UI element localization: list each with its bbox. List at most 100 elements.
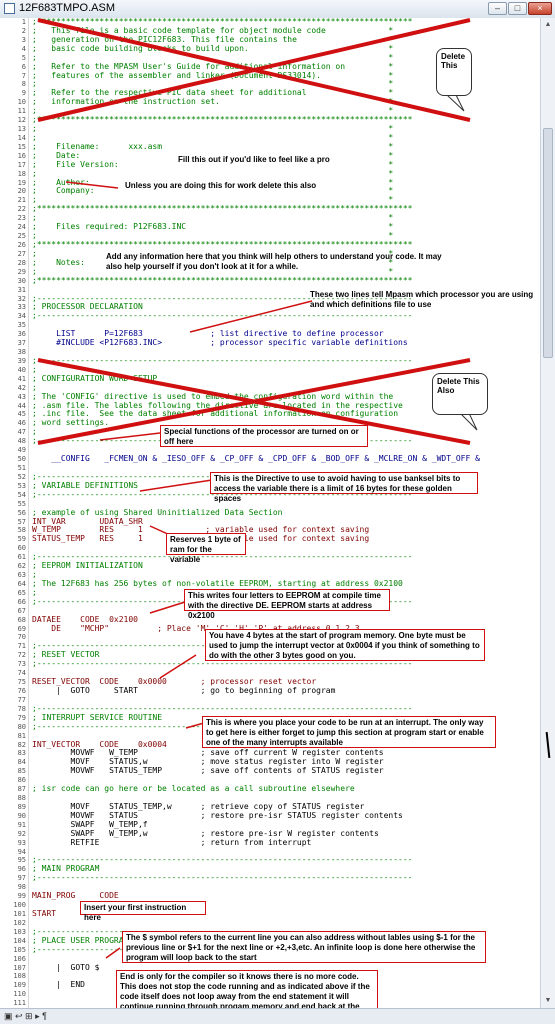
code-line[interactable]: 2 ; This file is a basic code template fo… bbox=[0, 27, 541, 36]
code-line[interactable]: 62 ; EEPROM INITIALIZATION bbox=[0, 562, 541, 571]
code-text: ; bbox=[32, 365, 37, 374]
code-line[interactable]: 96 ; MAIN PROGRAM bbox=[0, 865, 541, 874]
code-line[interactable]: 34 ;-------------------------------------… bbox=[0, 312, 541, 321]
code-text: | GOTO $ bbox=[32, 963, 100, 972]
scroll-up-icon[interactable]: ▲ bbox=[542, 19, 554, 31]
code-line[interactable]: 39 ;-------------------------------------… bbox=[0, 357, 541, 366]
code-text: ; PROCESSOR DECLARATION bbox=[32, 303, 143, 312]
scroll-down-icon[interactable]: ▼ bbox=[542, 995, 554, 1007]
code-line[interactable]: 88 bbox=[0, 794, 541, 803]
code-line[interactable]: 15 ; Filename: xxx.asm * bbox=[0, 143, 541, 152]
code-line[interactable]: 74 bbox=[0, 669, 541, 678]
minimize-button[interactable]: – bbox=[488, 2, 507, 15]
code-line[interactable]: 37 #INCLUDE <P12F683.INC> ; processor sp… bbox=[0, 339, 541, 348]
line-number: 45 bbox=[17, 410, 26, 419]
line-number: 54 bbox=[17, 490, 26, 499]
code-line[interactable]: 78 ;-------------------------------------… bbox=[0, 705, 541, 714]
code-line[interactable]: 22 ;*************************************… bbox=[0, 205, 541, 214]
code-line[interactable]: 90 MOVWF STATUS ; restore pre-isr STATUS… bbox=[0, 812, 541, 821]
code-line[interactable]: 38 bbox=[0, 348, 541, 357]
code-line[interactable]: 56 ; example of using Shared Uninitialize… bbox=[0, 509, 541, 518]
code-line[interactable]: 26 ;*************************************… bbox=[0, 241, 541, 250]
code-text: SWAPF W_TEMP,f bbox=[32, 820, 148, 829]
code-line[interactable]: 25 ; * bbox=[0, 232, 541, 241]
code-line[interactable]: 76 | GOTO START ; go to beginning of pro… bbox=[0, 687, 541, 696]
code-text: ; * bbox=[32, 125, 394, 134]
code-line[interactable]: 21 ; * bbox=[0, 196, 541, 205]
line-number: 75 bbox=[17, 678, 26, 687]
code-line[interactable]: 85 MOVWF STATUS_TEMP ; save off contents… bbox=[0, 767, 541, 776]
line-number: 33 bbox=[17, 303, 26, 312]
code-line[interactable]: 95 ;-------------------------------------… bbox=[0, 856, 541, 865]
code-text: ; .asm file. The lables following the di… bbox=[32, 401, 403, 410]
code-line[interactable]: 98 bbox=[0, 883, 541, 892]
code-text: ; .inc file. See the data sheet for addi… bbox=[32, 410, 399, 419]
code-editor[interactable]: 1 ;**************************************… bbox=[0, 18, 542, 1008]
code-line[interactable]: 3 ; generation on the PIC12F683. This fil… bbox=[0, 36, 541, 45]
code-line[interactable]: 18 ; * bbox=[0, 170, 541, 179]
code-text: ; RESET VECTOR bbox=[32, 651, 100, 660]
code-line[interactable]: 92 SWAPF W_TEMP,w ; restore pre-isr W re… bbox=[0, 830, 541, 839]
code-line[interactable]: 59STATUS_TEMP RES 1 ; variable used for … bbox=[0, 535, 541, 544]
code-text: ; * bbox=[32, 80, 394, 89]
line-number: 32 bbox=[17, 294, 26, 303]
code-line[interactable]: 84 MOVF STATUS,w ; move status register … bbox=[0, 758, 541, 767]
code-line[interactable]: 64 ; The 12F683 has 256 bytes of non-vola… bbox=[0, 580, 541, 589]
code-line[interactable]: 61 ;-------------------------------------… bbox=[0, 553, 541, 562]
code-line[interactable]: 68 DATAEE CODE 0x2100 bbox=[0, 616, 541, 625]
code-line[interactable]: 83 MOVWF W_TEMP ; save off current W reg… bbox=[0, 749, 541, 758]
code-text: ; word settings. bbox=[32, 419, 110, 428]
code-text: RESET_VECTOR CODE 0x0000 ; processor res… bbox=[32, 678, 317, 687]
code-line[interactable]: 91 SWAPF W_TEMP,f bbox=[0, 821, 541, 830]
code-line[interactable]: 36 LIST P=12F683 ; list directive to def… bbox=[0, 330, 541, 339]
code-line[interactable]: 57 INT_VAR UDATA_SHR bbox=[0, 518, 541, 527]
code-line[interactable]: 23 ; * bbox=[0, 214, 541, 223]
code-line[interactable]: 94 bbox=[0, 848, 541, 857]
code-line[interactable]: 14 ; * bbox=[0, 134, 541, 143]
line-number: 12 bbox=[17, 116, 26, 125]
code-line[interactable]: 35 bbox=[0, 321, 541, 330]
code-text: DATAEE CODE 0x2100 bbox=[32, 615, 138, 624]
code-line[interactable]: 55 bbox=[0, 500, 541, 509]
line-number: 34 bbox=[17, 312, 26, 321]
scrollbar-thumb[interactable] bbox=[543, 128, 553, 358]
line-number: 41 bbox=[17, 374, 26, 383]
code-line[interactable]: 77 bbox=[0, 696, 541, 705]
code-line[interactable]: 97 ;-------------------------------------… bbox=[0, 874, 541, 883]
code-line[interactable]: 58 W_TEMP RES 1 ; variable used for conte… bbox=[0, 526, 541, 535]
code-line[interactable]: 63; bbox=[0, 571, 541, 580]
code-line[interactable]: 10 ; information on the instruction set. … bbox=[0, 98, 541, 107]
line-number: 102 bbox=[13, 918, 26, 927]
code-line[interactable]: 99 MAIN_PROG CODE bbox=[0, 892, 541, 901]
code-text: ; bbox=[32, 571, 37, 580]
code-text: ; Refer to the respective PIC data sheet… bbox=[32, 89, 394, 98]
code-line[interactable]: 50 __CONFIG _FCMEN_ON & _IESO_OFF & _CP_… bbox=[0, 455, 541, 464]
line-number: 96 bbox=[17, 865, 26, 874]
code-line[interactable]: 75 RESET_VECTOR CODE 0x0000 ; processor r… bbox=[0, 678, 541, 687]
code-line[interactable]: 102 bbox=[0, 919, 541, 928]
code-line[interactable]: 87 ; isr code can go here or be located a… bbox=[0, 785, 541, 794]
code-line[interactable]: 24 ; Files required: P12F683.INC * bbox=[0, 223, 541, 232]
close-button[interactable]: × bbox=[528, 2, 552, 15]
line-number: 110 bbox=[13, 990, 26, 999]
code-line[interactable]: 86 bbox=[0, 776, 541, 785]
code-line[interactable]: 1 ;**************************************… bbox=[0, 18, 541, 27]
code-line[interactable]: 30 ;*************************************… bbox=[0, 277, 541, 286]
code-text: ;---------------------------------------… bbox=[32, 874, 413, 883]
code-text: __CONFIG _FCMEN_ON & _IESO_OFF & _CP_OFF… bbox=[32, 455, 480, 464]
code-line[interactable]: 89 MOVF STATUS_TEMP,w ; retrieve copy of… bbox=[0, 803, 541, 812]
maximize-button[interactable]: □ bbox=[508, 2, 527, 15]
code-line[interactable]: 12 ;*************************************… bbox=[0, 116, 541, 125]
line-number: 64 bbox=[17, 579, 26, 588]
line-number: 84 bbox=[17, 758, 26, 767]
status-icons[interactable]: ▣ ↩ ⊞ ▸ ¶ bbox=[4, 1011, 47, 1022]
code-line[interactable]: 11 ; * bbox=[0, 107, 541, 116]
code-line[interactable]: 60 bbox=[0, 544, 541, 553]
code-line[interactable]: 49 bbox=[0, 446, 541, 455]
code-line[interactable]: 13 ; * bbox=[0, 125, 541, 134]
line-number: 59 bbox=[17, 535, 26, 544]
code-line[interactable]: 73 ;-------------------------------------… bbox=[0, 660, 541, 669]
vertical-scrollbar[interactable]: ▲ ▼ bbox=[540, 18, 555, 1008]
code-line[interactable]: 93 RETFIE ; return from interrupt bbox=[0, 839, 541, 848]
code-text: SWAPF W_TEMP,w ; restore pre-isr W regis… bbox=[32, 829, 379, 838]
